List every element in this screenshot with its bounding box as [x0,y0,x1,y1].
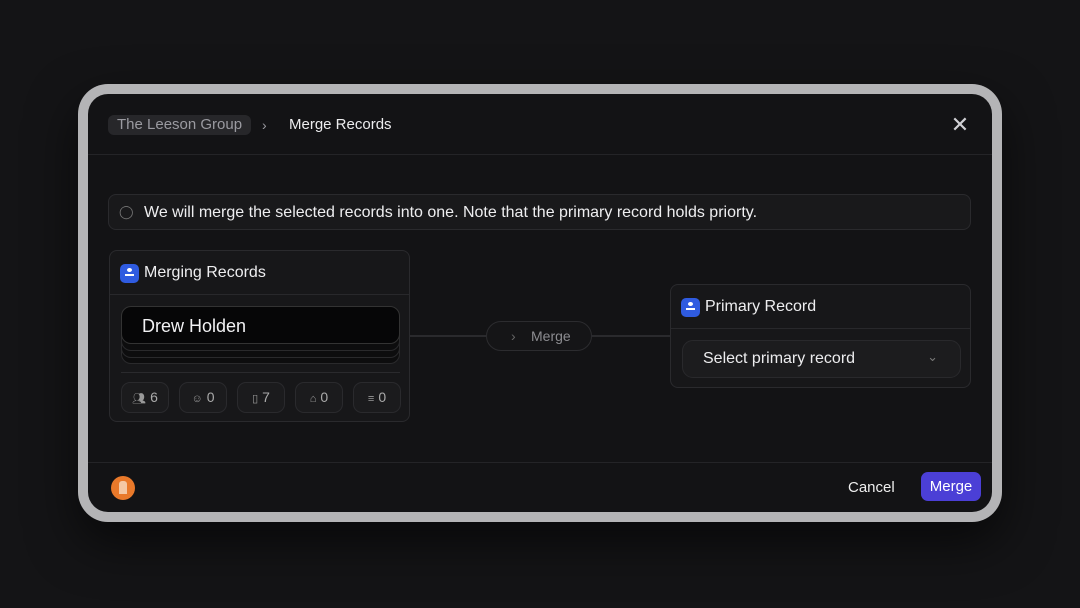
card-title: Merging Records [144,264,266,281]
chat-bubble-icon: ◯ [119,204,134,219]
stat-value: 0 [206,389,215,405]
record-name: Drew Holden [142,316,247,336]
select-placeholder: Select primary record [703,350,856,367]
info-notice: ◯ We will merge the selected records int… [108,194,971,230]
connector-line [410,335,486,337]
primary-record-select[interactable]: Select primary record ⌄ [682,340,961,378]
contact-icon [120,264,139,283]
breadcrumb-current: Merge Records [289,116,392,133]
list-icon: ≡ [367,393,375,405]
connector-line [592,335,670,337]
stat-people-outline[interactable]: ☺ 0 [179,382,227,413]
merging-records-card: Merging Records Drew Holden 👥︎ 6 ☺ 0 ▯ 7 ⌂ 0… [109,250,410,422]
merge-button[interactable]: Merge [921,472,981,501]
contact-icon [681,298,700,317]
merge-connector: › Merge [486,321,592,351]
notice-text: We will merge the selected records into … [144,204,758,221]
breadcrumb-parent[interactable]: The Leeson Group [108,115,252,135]
buildings-icon: ⌂ [309,393,317,405]
app-logo [111,476,135,500]
primary-record-card: Primary Record Select primary record ⌄ [670,284,971,388]
record-stack[interactable]: Drew Holden [121,306,400,364]
cancel-button[interactable]: Cancel [848,479,895,496]
stat-value: 7 [262,389,270,405]
chevron-right-icon: › [511,328,516,344]
people-icon: 👥︎ [132,393,147,405]
merge-dialog: The Leeson Group › Merge Records ✕ ◯ We … [88,94,992,512]
chevron-down-icon: ⌄ [927,349,938,364]
dialog-header: The Leeson Group › Merge Records ✕ [88,94,992,155]
divider [121,372,400,373]
stat-value: 0 [378,389,387,405]
stat-people[interactable]: 👥︎ 6 [121,382,169,413]
chevron-right-icon: › [262,117,267,133]
dialog-footer: Cancel Merge [88,462,992,512]
stat-value: 0 [320,389,329,405]
merge-connector-label: Merge [531,328,571,344]
device-frame: The Leeson Group › Merge Records ✕ ◯ We … [78,84,1002,522]
record-card[interactable]: Drew Holden [121,306,400,344]
stat-documents[interactable]: ▯ 7 [237,382,285,413]
stat-buildings[interactable]: ⌂ 0 [295,382,343,413]
stat-value: 6 [150,389,158,405]
document-icon: ▯ [252,393,259,405]
stat-list[interactable]: ≡ 0 [353,382,401,413]
card-title: Primary Record [705,298,817,315]
people-outline-icon: ☺ [191,393,203,405]
close-button[interactable]: ✕ [948,113,972,137]
